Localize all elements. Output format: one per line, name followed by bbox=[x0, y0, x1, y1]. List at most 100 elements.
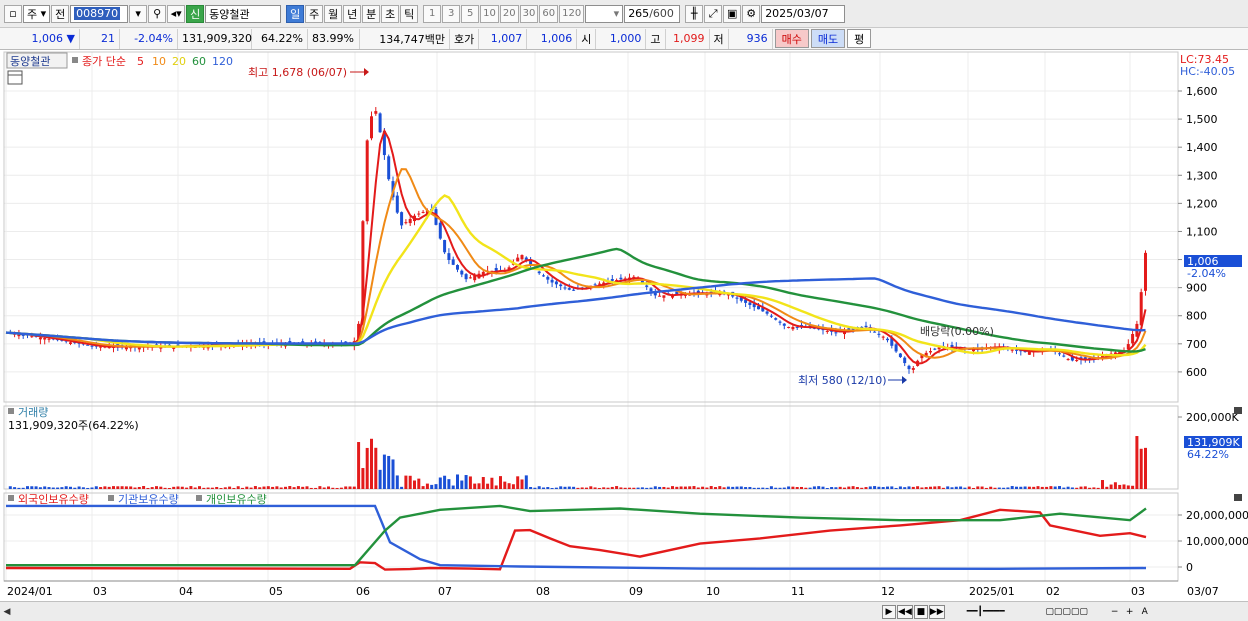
volume-bar bbox=[159, 486, 163, 489]
volume-bar bbox=[838, 486, 842, 489]
volume-bar bbox=[567, 486, 571, 489]
volume-bar bbox=[1109, 484, 1113, 489]
high-arrow-icon bbox=[364, 68, 369, 76]
candle-body bbox=[520, 255, 524, 260]
holdings-legend-foreign[interactable]: 외국인보유수량 bbox=[18, 493, 89, 506]
interval-120-button[interactable]: 120 bbox=[559, 4, 585, 23]
ma-legend-120[interactable]: 120 bbox=[212, 55, 233, 68]
buy-button[interactable]: 매수 bbox=[774, 29, 809, 48]
save-icon[interactable]: ▣ bbox=[723, 4, 742, 23]
volume-bar bbox=[645, 487, 649, 489]
period-tick-button[interactable]: 틱 bbox=[400, 4, 419, 23]
play-icon[interactable]: ▶ bbox=[882, 604, 896, 619]
holdings-legend-institution[interactable]: 기관보유수량 bbox=[118, 493, 179, 506]
volume-bar bbox=[81, 487, 85, 489]
zoom-tools-icon[interactable]: ▢▢▢▢▢ bbox=[1027, 605, 1107, 619]
new-listing-badge: 신 bbox=[186, 4, 205, 23]
candle-body bbox=[877, 333, 881, 335]
candle-body bbox=[610, 279, 614, 281]
interval-60-button[interactable]: 60 bbox=[539, 4, 559, 23]
interval-3-button[interactable]: 3 bbox=[442, 4, 461, 23]
stock-tab-label: 동양철관 bbox=[10, 55, 50, 68]
candle-type-icon[interactable]: ╫ bbox=[685, 4, 704, 23]
volume-bar bbox=[464, 475, 468, 489]
period-year-button[interactable]: 년 bbox=[343, 4, 362, 23]
draw-tool-icon[interactable]: ⤢ bbox=[704, 4, 723, 23]
candle-body bbox=[658, 295, 662, 297]
interval-5-button[interactable]: 5 bbox=[461, 4, 480, 23]
zoom-out-icon[interactable]: − bbox=[1108, 605, 1122, 619]
candle-body bbox=[456, 265, 459, 270]
interval-30-button[interactable]: 30 bbox=[519, 4, 539, 23]
stop-icon[interactable]: ■ bbox=[913, 604, 928, 619]
holdings-tick-label: 0 bbox=[1186, 561, 1193, 574]
period-month-button[interactable]: 월 bbox=[324, 4, 343, 23]
font-size-icon[interactable]: A bbox=[1138, 605, 1152, 619]
volume-tick-200000k: 200,000K bbox=[1186, 411, 1239, 424]
chart-scrollbar[interactable]: ◀ ▶ ◀◀ ■ ▶▶ ━━┃━━━━ ▢▢▢▢▢ − + A bbox=[0, 601, 1248, 621]
volume-bar bbox=[821, 486, 825, 489]
prev-button[interactable]: 전 bbox=[51, 4, 70, 23]
period-day-button[interactable]: 일 bbox=[286, 4, 305, 23]
volume-bar bbox=[920, 487, 924, 489]
chevron-down-icon[interactable]: ▾ bbox=[129, 4, 148, 23]
interval-10-button[interactable]: 10 bbox=[480, 4, 499, 23]
volume-bar bbox=[258, 487, 262, 489]
code-input[interactable]: 008970 bbox=[70, 4, 129, 23]
holdings-legend-individual[interactable]: 개인보유수량 bbox=[206, 493, 267, 506]
interval-1-button[interactable]: 1 bbox=[423, 4, 442, 23]
volume-bar bbox=[30, 486, 34, 489]
date-tick-label: 11 bbox=[791, 585, 805, 598]
volume-bar bbox=[580, 487, 584, 489]
volume-bar bbox=[34, 486, 38, 489]
scroll-track[interactable] bbox=[18, 606, 878, 618]
ma-legend-60[interactable]: 60 bbox=[192, 55, 206, 68]
volume-bar bbox=[761, 487, 765, 489]
period-minute-button[interactable]: 분 bbox=[362, 4, 381, 23]
window-icon[interactable]: ▫ bbox=[4, 4, 22, 23]
stock-chart[interactable]: 동양철관 종가 단순 5 10 20 60 120 LC:73.45 HC:-4… bbox=[0, 50, 1248, 601]
candle-body bbox=[1131, 333, 1135, 344]
zoom-slider[interactable]: ━━┃━━━━ bbox=[946, 605, 1026, 619]
calendar-icon[interactable] bbox=[7, 70, 23, 85]
price-tick-label: 1,500 bbox=[1186, 113, 1218, 126]
chart-canvas[interactable]: 동양철관 종가 단순 5 10 20 60 120 LC:73.45 HC:-4… bbox=[0, 50, 1248, 601]
candle-body bbox=[735, 297, 739, 299]
candle-body bbox=[1075, 360, 1079, 362]
period-second-button[interactable]: 초 bbox=[381, 4, 400, 23]
rewind-icon[interactable]: ◀◀ bbox=[897, 604, 913, 619]
market-select[interactable]: 주 ▾ bbox=[23, 4, 51, 23]
volume-bar bbox=[395, 475, 399, 489]
interval-select[interactable]: ▾ bbox=[585, 4, 624, 23]
ma-legend-5[interactable]: 5 bbox=[137, 55, 144, 68]
count-field[interactable]: 265/600 bbox=[624, 4, 681, 23]
interval-20-button[interactable]: 20 bbox=[499, 4, 519, 23]
period-week-button[interactable]: 주 bbox=[305, 4, 324, 23]
scroll-left-icon[interactable]: ◀ bbox=[0, 604, 14, 620]
sell-button[interactable]: 매도 bbox=[810, 29, 846, 48]
ma-legend-20[interactable]: 20 bbox=[172, 55, 186, 68]
holdings-panel-close-icon[interactable] bbox=[1234, 494, 1242, 501]
volume-bar bbox=[1075, 487, 1079, 489]
forward-icon[interactable]: ▶▶ bbox=[928, 604, 945, 619]
date-tick-label: 06 bbox=[356, 585, 370, 598]
ma-legend-10[interactable]: 10 bbox=[152, 55, 166, 68]
zoom-in-icon[interactable]: + bbox=[1123, 605, 1137, 619]
date-tick-label: 02 bbox=[1046, 585, 1060, 598]
speaker-icon[interactable]: ◂▾ bbox=[167, 4, 186, 23]
hc-label: HC:-40.05 bbox=[1180, 65, 1235, 78]
gear-icon[interactable]: ⚙ bbox=[742, 4, 761, 23]
volume-bar bbox=[1015, 486, 1018, 489]
volume-bar bbox=[60, 487, 64, 489]
volume-bar bbox=[959, 486, 963, 489]
volume-panel-close-icon[interactable] bbox=[1234, 407, 1242, 414]
date-field[interactable]: 2025/03/07 bbox=[761, 4, 846, 23]
volume-bar bbox=[830, 487, 834, 489]
volume-bar bbox=[1139, 448, 1143, 489]
eval-button[interactable]: 평 bbox=[847, 29, 872, 48]
volume-bar bbox=[511, 484, 515, 489]
candle-body bbox=[404, 222, 408, 224]
search-icon[interactable]: ⚲ bbox=[148, 4, 167, 23]
volume-bar bbox=[408, 475, 412, 489]
volume-bar bbox=[47, 487, 51, 489]
